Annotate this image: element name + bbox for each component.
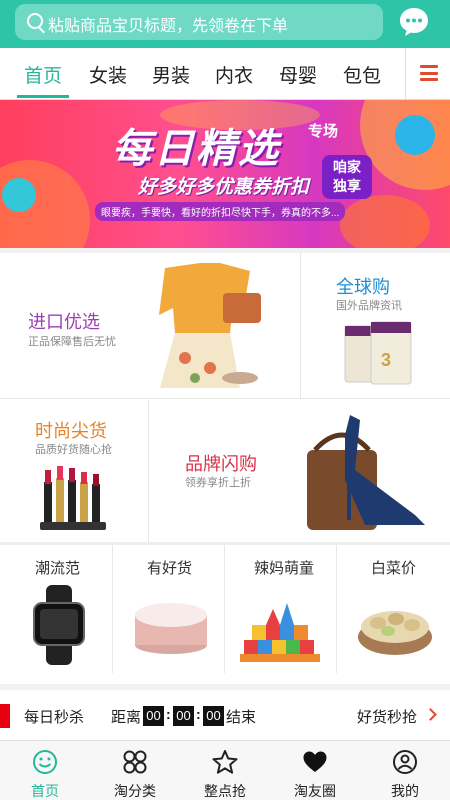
category-tabs: 首页 女装 男装 内衣 母婴 包包: [0, 48, 450, 100]
good-stuff-card[interactable]: 有好货: [114, 545, 224, 673]
card-title: 潮流范: [35, 560, 81, 577]
countdown-seconds: 00: [203, 706, 224, 726]
feature-grid: 进口优选 正品保障售后无忧 全球购 国外品牌资讯 3 时尚尖货 品质好货随心抢: [0, 253, 450, 684]
humidifier-image: [135, 603, 207, 654]
nav-label: 整点抢: [204, 783, 246, 799]
high-heels-image: [307, 415, 425, 530]
decor-emoji-icon: [2, 178, 36, 212]
category-grid-icon: [123, 750, 147, 774]
search-icon: [27, 13, 43, 29]
top-header: 粘贴商品宝贝标题，先领卷在下单: [0, 0, 450, 48]
global-buy-card[interactable]: 全球购 国外品牌资讯 3: [301, 253, 450, 398]
nav-label: 淘友圈: [294, 783, 336, 799]
card-subtitle: 国外品牌资讯: [336, 300, 402, 312]
nav-friends-circle[interactable]: 淘友圈: [270, 741, 360, 800]
nav-label: 我的: [391, 783, 419, 799]
card-subtitle: 正品保障售后无忧: [28, 336, 116, 348]
mom-baby-card[interactable]: 辣妈萌童: [226, 545, 336, 673]
card-title: 品牌闪购: [185, 454, 257, 474]
bottom-navigation: 首页 淘分类 整点抢 淘友圈 我的: [0, 740, 450, 800]
heart-icon: [303, 751, 327, 772]
nav-mine[interactable]: 我的: [360, 741, 450, 800]
grid-divider: [224, 545, 225, 673]
brand-flash-card[interactable]: 品牌闪购 领券享折上折: [150, 400, 450, 542]
badge-line-2: 独享: [333, 178, 361, 194]
tab-maternity[interactable]: 母婴: [279, 61, 317, 88]
card-subtitle: 品质好货随心抢: [35, 444, 112, 456]
active-tab-indicator: [17, 95, 69, 98]
banner-tagline: 眼要疾，手要快，看好的折扣尽快下手，券真的不多...: [95, 202, 346, 221]
banner-title: 每日精选: [112, 127, 280, 171]
pistachio-image: [358, 611, 432, 655]
chevron-right-icon[interactable]: [424, 708, 437, 721]
banner-subtitle: 好多好多优惠券折扣: [138, 177, 310, 198]
smartwatch-image: [33, 585, 85, 665]
user-icon: [393, 750, 417, 774]
grid-divider: [0, 542, 450, 545]
tab-divider: [405, 48, 406, 99]
banner-exclusive-badge: 咱家 独享: [322, 155, 372, 199]
tab-bags[interactable]: 包包: [343, 61, 381, 88]
nav-label: 首页: [31, 783, 59, 799]
countdown-colon: :: [196, 706, 201, 722]
card-title: 全球购: [336, 277, 390, 297]
countdown-hours: 00: [143, 706, 164, 726]
fashion-goods-card[interactable]: 时尚尖货 品质好货随心抢: [0, 400, 148, 542]
grid-divider: [300, 253, 301, 398]
outfit-image: [159, 263, 261, 388]
flash-sale-accent: [0, 704, 10, 728]
banner-title-suffix: 专场: [308, 123, 339, 140]
tab-underwear[interactable]: 内衣: [215, 61, 253, 88]
nav-home[interactable]: 首页: [0, 741, 90, 800]
trend-card[interactable]: 潮流范: [0, 545, 112, 673]
card-title: 进口优选: [28, 312, 100, 332]
smile-icon: [33, 750, 57, 774]
grid-divider: [336, 545, 337, 673]
svg-text:3: 3: [381, 350, 391, 370]
card-title: 辣妈萌童: [254, 560, 315, 577]
milk-powder-image: 3: [344, 321, 412, 385]
nav-hourly-grab[interactable]: 整点抢: [180, 741, 270, 800]
star-icon: [212, 750, 238, 774]
badge-line-1: 咱家: [333, 159, 361, 175]
card-title: 白菜价: [371, 560, 417, 577]
tab-mens[interactable]: 男装: [152, 61, 190, 88]
flash-sale-bar[interactable]: 每日秒杀 距离 00 : 00 : 00 结束 好货秒抢: [0, 690, 450, 740]
tab-womens[interactable]: 女装: [89, 61, 127, 88]
decor-circle: [340, 195, 430, 248]
grid-divider: [112, 545, 113, 673]
flash-sale-more-link[interactable]: 好货秒抢: [357, 706, 417, 727]
card-title: 时尚尖货: [35, 421, 107, 441]
nav-label: 淘分类: [114, 783, 156, 799]
flash-sale-title: 每日秒杀: [24, 709, 85, 726]
hamburger-menu-icon[interactable]: [420, 65, 438, 81]
grid-divider: [148, 400, 149, 542]
decor-emoji-icon: [395, 115, 435, 155]
chat-bubble-icon[interactable]: [398, 6, 430, 38]
lipstick-image: [40, 466, 106, 530]
bargain-card[interactable]: 白菜价: [338, 545, 450, 673]
import-select-card[interactable]: 进口优选 正品保障售后无忧: [0, 253, 300, 398]
countdown-end-label: 结束: [226, 709, 257, 726]
countdown-label: 距离: [111, 709, 142, 726]
building-blocks-image: [240, 603, 320, 662]
search-placeholder: 粘贴商品宝贝标题，先领卷在下单: [48, 18, 289, 35]
countdown-colon: :: [166, 706, 171, 722]
nav-category[interactable]: 淘分类: [90, 741, 180, 800]
promo-banner[interactable]: 每日精选 专场 好多好多优惠券折扣 眼要疾，手要快，看好的折扣尽快下手，券真的不…: [0, 100, 450, 248]
card-title: 有好货: [147, 560, 193, 577]
search-input[interactable]: 粘贴商品宝贝标题，先领卷在下单: [15, 4, 383, 40]
tab-home[interactable]: 首页: [24, 61, 62, 88]
card-subtitle: 领券享折上折: [185, 477, 251, 489]
grid-divider: [0, 398, 450, 399]
countdown-minutes: 00: [173, 706, 194, 726]
